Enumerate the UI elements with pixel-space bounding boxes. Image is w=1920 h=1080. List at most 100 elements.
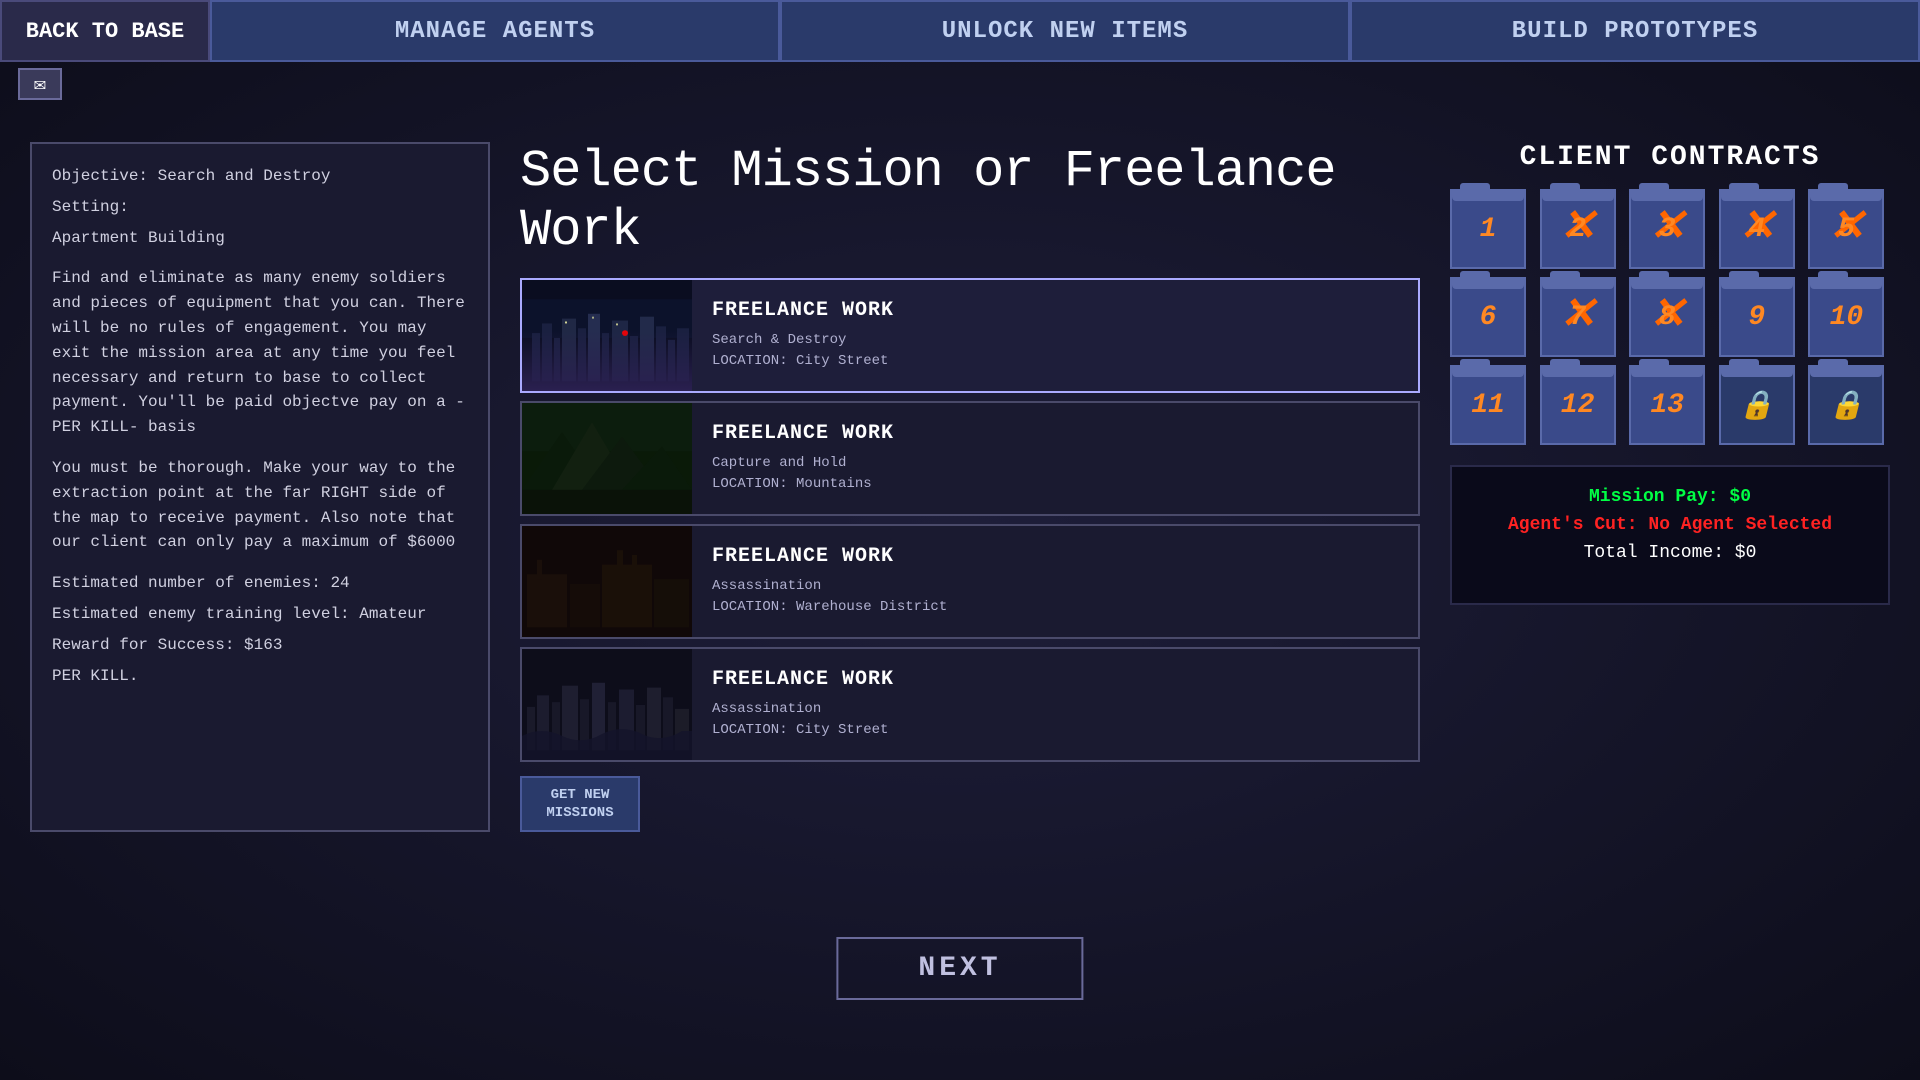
folder-tab-2	[1550, 183, 1580, 193]
contract-item-4[interactable]: 4✕	[1719, 189, 1795, 269]
folder-tab-11	[1460, 359, 1490, 369]
folder-tab-9	[1729, 271, 1759, 281]
contract-number-4: 4	[1748, 214, 1765, 245]
contract-item-8[interactable]: 8✕	[1629, 277, 1705, 357]
right-panel: CLIENT CONTRACTS 12✕3✕4✕5✕67✕8✕910111213…	[1450, 142, 1890, 832]
manage-agents-button[interactable]: MANAGE AGENTS	[210, 0, 780, 62]
contract-number-9: 9	[1748, 302, 1765, 333]
mission-card-3[interactable]: FREELANCE WORK Assassination LOCATION: W…	[520, 524, 1420, 639]
folder-tab-6	[1460, 271, 1490, 281]
mission-mission-type-3: Assassination	[712, 578, 821, 594]
lock-icon-14: 🔒	[1739, 388, 1774, 423]
contract-item-13[interactable]: 13	[1629, 365, 1705, 445]
next-button[interactable]: NEXT	[836, 937, 1083, 1000]
top-navigation: Back to Base MANAGE AGENTS UNLOCK NEW IT…	[0, 0, 1920, 62]
mission-thumbnail-2	[522, 403, 692, 514]
mission-card-2-info: FREELANCE WORK Capture and Hold LOCATION…	[692, 403, 914, 514]
mission-card-1-info: FREELANCE WORK Search & Destroy LOCATION…	[692, 280, 914, 391]
client-contracts-section: CLIENT CONTRACTS 12✕3✕4✕5✕67✕8✕910111213…	[1450, 142, 1890, 445]
folder-tab-13	[1639, 359, 1669, 369]
mission-per-kill: PER KILL.	[52, 664, 468, 689]
income-mission-pay: Mission Pay: $0	[1472, 487, 1868, 507]
folder-tab-14	[1729, 359, 1759, 369]
mission-type-1: FREELANCE WORK	[712, 299, 894, 322]
center-panel: Select Mission or Freelance Work	[520, 142, 1420, 832]
lock-icon-15: 🔒	[1829, 388, 1864, 423]
mission-location-4: LOCATION: City Street	[712, 722, 888, 738]
folder-tab-1	[1460, 183, 1490, 193]
mission-thorough: You must be thorough. Make your way to t…	[52, 456, 468, 555]
back-to-base-button[interactable]: Back to Base	[0, 0, 210, 62]
mission-info-panel: Objective: Search and Destroy Setting: A…	[30, 142, 490, 832]
contract-number-12: 12	[1561, 390, 1595, 421]
page-title: Select Mission or Freelance Work	[520, 142, 1420, 260]
contract-item-14[interactable]: 🔒	[1719, 365, 1795, 445]
mission-location-3: LOCATION: Warehouse District	[712, 599, 947, 615]
contract-number-10: 10	[1830, 302, 1864, 333]
contract-item-15[interactable]: 🔒	[1808, 365, 1884, 445]
mission-list: FREELANCE WORK Search & Destroy LOCATION…	[520, 278, 1420, 762]
contract-number-5: 5	[1838, 214, 1855, 245]
contract-number-8: 8	[1659, 302, 1676, 333]
mission-setting-value: Apartment Building	[52, 226, 468, 251]
contracts-grid: 1 2✕3✕4✕5✕ 6 7✕8✕ 9 10 11 12 13 🔒 🔒	[1450, 189, 1890, 445]
folder-tab-8	[1639, 271, 1669, 281]
mission-detail-3: Assassination LOCATION: Warehouse Distri…	[712, 576, 947, 618]
mission-card-4[interactable]: FREELANCE WORK Assassination LOCATION: C…	[520, 647, 1420, 762]
mission-card-1[interactable]: FREELANCE WORK Search & Destroy LOCATION…	[520, 278, 1420, 393]
mission-training: Estimated enemy training level: Amateur	[52, 602, 468, 627]
mission-location-1: LOCATION: City Street	[712, 353, 888, 369]
contract-number-1: 1	[1480, 214, 1497, 245]
income-panel: Mission Pay: $0 Agent's Cut: No Agent Se…	[1450, 465, 1890, 605]
mission-reward: Reward for Success: $163	[52, 633, 468, 658]
mission-card-4-info: FREELANCE WORK Assassination LOCATION: C…	[692, 649, 914, 760]
unlock-new-items-button[interactable]: UNLOCK NEW ITEMS	[780, 0, 1350, 62]
mission-type-4: FREELANCE WORK	[712, 668, 894, 691]
mission-description: Find and eliminate as many enemy soldier…	[52, 266, 468, 440]
folder-tab-10	[1818, 271, 1848, 281]
mission-type-3: FREELANCE WORK	[712, 545, 947, 568]
contract-number-6: 6	[1480, 302, 1497, 333]
mission-thumbnail-4	[522, 649, 692, 760]
folder-tab-5	[1818, 183, 1848, 193]
mission-mission-type-1: Search & Destroy	[712, 332, 846, 348]
mission-detail-2: Capture and Hold LOCATION: Mountains	[712, 453, 894, 495]
contract-number-11: 11	[1471, 390, 1505, 421]
mission-card-3-info: FREELANCE WORK Assassination LOCATION: W…	[692, 526, 967, 637]
folder-tab-12	[1550, 359, 1580, 369]
folder-tab-15	[1818, 359, 1848, 369]
mission-location-2: LOCATION: Mountains	[712, 476, 872, 492]
mission-thumbnail-1	[522, 280, 692, 391]
contract-item-3[interactable]: 3✕	[1629, 189, 1705, 269]
build-prototypes-button[interactable]: BUILD PROTOTYPES	[1350, 0, 1920, 62]
next-button-container: NEXT	[836, 937, 1083, 1000]
folder-tab-4	[1729, 183, 1759, 193]
mission-objective: Objective: Search and Destroy	[52, 164, 468, 189]
contract-item-2[interactable]: 2✕	[1540, 189, 1616, 269]
contract-number-2: 2	[1569, 214, 1586, 245]
contract-number-7: 7	[1569, 302, 1586, 333]
mission-card-2[interactable]: FREELANCE WORK Capture and Hold LOCATION…	[520, 401, 1420, 516]
mission-detail-4: Assassination LOCATION: City Street	[712, 699, 894, 741]
mail-icon-area: ✉	[18, 68, 62, 100]
contract-item-5[interactable]: 5✕	[1808, 189, 1884, 269]
contract-item-11[interactable]: 11	[1450, 365, 1526, 445]
mission-mission-type-2: Capture and Hold	[712, 455, 846, 471]
contract-item-1[interactable]: 1	[1450, 189, 1526, 269]
contract-item-12[interactable]: 12	[1540, 365, 1616, 445]
mail-icon[interactable]: ✉	[18, 68, 62, 100]
contract-item-6[interactable]: 6	[1450, 277, 1526, 357]
income-total: Total Income: $0	[1472, 543, 1868, 563]
contract-item-7[interactable]: 7✕	[1540, 277, 1616, 357]
mission-type-2: FREELANCE WORK	[712, 422, 894, 445]
contract-number-3: 3	[1659, 214, 1676, 245]
mission-setting-label: Setting:	[52, 195, 468, 220]
contract-item-9[interactable]: 9	[1719, 277, 1795, 357]
mission-detail-1: Search & Destroy LOCATION: City Street	[712, 330, 894, 372]
mission-mission-type-4: Assassination	[712, 701, 821, 717]
contract-item-10[interactable]: 10	[1808, 277, 1884, 357]
contract-number-13: 13	[1650, 390, 1684, 421]
get-new-missions-button[interactable]: GET NEW MISSIONS	[520, 776, 640, 832]
main-content: Objective: Search and Destroy Setting: A…	[0, 142, 1920, 832]
mission-thumbnail-3	[522, 526, 692, 637]
